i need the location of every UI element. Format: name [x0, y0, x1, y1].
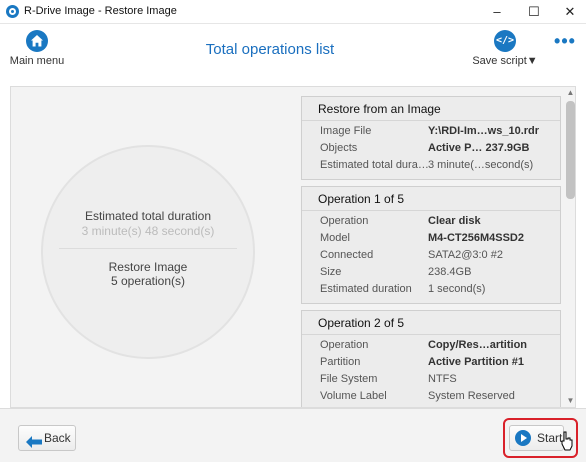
operations-list: Restore from an Image Image File Y:\RDI-I… — [301, 96, 563, 407]
detail-value: 3 minute(…second(s) — [428, 159, 534, 171]
back-button[interactable]: Back — [18, 425, 76, 451]
scroll-down-arrow-icon[interactable]: ▼ — [565, 395, 575, 407]
detail-value: Active P… 237.9GB — [428, 142, 530, 154]
card-divider — [302, 210, 560, 211]
detail-row: Connected SATA2@3:0 #2 — [302, 247, 560, 264]
title-bar: R-Drive Image - Restore Image – ☐ ✕ — [0, 0, 586, 24]
detail-value: SATA2@3:0 #2 — [428, 249, 503, 261]
summary-divider — [59, 248, 237, 249]
detail-key: File System — [320, 373, 378, 385]
detail-key: Connected — [320, 249, 374, 261]
detail-row: Model M4-CT256M4SSD2 — [302, 230, 560, 247]
page-title: Total operations list — [205, 41, 335, 58]
scrollbar-thumb[interactable] — [566, 101, 575, 199]
mouse-cursor-icon — [561, 431, 573, 451]
detail-row: Volume Label System Reserved — [302, 388, 560, 405]
detail-row: Size 238.4GB — [302, 264, 560, 281]
summary-circle: Estimated total duration 3 minute(s) 48 … — [41, 145, 255, 359]
card-title: Restore from an Image — [318, 102, 441, 116]
detail-value: Copy/Res…artition — [428, 339, 528, 351]
footer-bar: Back Start — [0, 408, 586, 462]
detail-value: M4-CT256M4SSD2 — [428, 232, 524, 244]
close-button[interactable]: ✕ — [552, 0, 586, 24]
toolbar: Main menu Total operations list </> Save… — [0, 24, 586, 76]
detail-row: Partition Active Partition #1 — [302, 354, 560, 371]
vertical-scrollbar[interactable]: ▲ ▼ — [565, 87, 575, 407]
duration-value: 3 minute(s) 48 second(s) — [81, 224, 215, 238]
detail-key: Model — [320, 232, 350, 244]
detail-row: Estimated total dura… 3 minute(…second(s) — [302, 157, 560, 174]
minimize-button[interactable]: – — [479, 0, 515, 24]
operations-panel: Estimated total duration 3 minute(s) 48 … — [10, 86, 576, 408]
detail-value: NTFS — [428, 373, 457, 385]
operations-count: 5 operation(s) — [110, 274, 186, 288]
duration-label: Estimated total duration — [84, 209, 212, 223]
detail-value: 238.4GB — [428, 266, 472, 278]
detail-key: Image File — [320, 125, 372, 137]
detail-value: System Reserved — [428, 390, 515, 402]
detail-key: Estimated total dura… — [320, 159, 429, 171]
detail-row: File System NTFS — [302, 371, 560, 388]
card-operation-2: Operation 2 of 5 Operation Copy/Res…artit… — [301, 310, 561, 407]
maximize-button[interactable]: ☐ — [516, 0, 552, 24]
detail-key: Size — [320, 266, 342, 278]
main-area: Estimated total duration 3 minute(s) 48 … — [0, 76, 586, 408]
main-menu-label: Main menu — [9, 55, 65, 67]
detail-key: Partition — [320, 356, 361, 368]
save-script-button[interactable]: </> Save script▼ — [467, 30, 543, 72]
detail-row: Operation Clear disk — [302, 213, 560, 230]
home-icon — [26, 30, 48, 52]
save-script-label: Save script▼ — [472, 55, 538, 67]
detail-row: Operation Copy/Res…artition — [302, 337, 560, 354]
play-icon — [515, 430, 531, 446]
start-button[interactable]: Start — [509, 425, 564, 451]
detail-value: Y:\RDI-Im…ws_10.rdr — [428, 125, 540, 137]
card-restore-source: Restore from an Image Image File Y:\RDI-I… — [301, 96, 561, 180]
card-title: Operation 2 of 5 — [318, 316, 405, 330]
back-label: Back — [44, 431, 71, 445]
window-title: R-Drive Image - Restore Image — [24, 5, 177, 17]
detail-value: Active Partition #1 — [428, 356, 524, 368]
back-arrow-icon — [26, 432, 42, 456]
detail-key: Operation — [320, 215, 369, 227]
detail-key: Volume Label — [320, 390, 387, 402]
task-label: Restore Image — [108, 260, 188, 274]
app-logo-icon — [6, 5, 19, 18]
detail-row: Image File Y:\RDI-Im…ws_10.rdr — [302, 123, 560, 140]
detail-key: Objects — [320, 142, 358, 154]
code-icon: </> — [494, 30, 516, 52]
detail-key: Estimated duration — [320, 283, 412, 295]
card-operation-1: Operation 1 of 5 Operation Clear disk Mod… — [301, 186, 561, 304]
detail-row: Estimated duration 1 second(s) — [302, 281, 560, 298]
more-options-icon[interactable]: ••• — [554, 32, 576, 56]
detail-key: Operation — [320, 339, 369, 351]
main-menu-button[interactable]: Main menu — [6, 30, 68, 72]
card-divider — [302, 334, 560, 335]
detail-value: Clear disk — [428, 215, 481, 227]
detail-value: 1 second(s) — [428, 283, 486, 295]
scroll-up-arrow-icon[interactable]: ▲ — [565, 87, 575, 99]
start-label: Start — [537, 431, 563, 445]
card-title: Operation 1 of 5 — [318, 192, 405, 206]
detail-row: Objects Active P… 237.9GB — [302, 140, 560, 157]
card-divider — [302, 120, 560, 121]
